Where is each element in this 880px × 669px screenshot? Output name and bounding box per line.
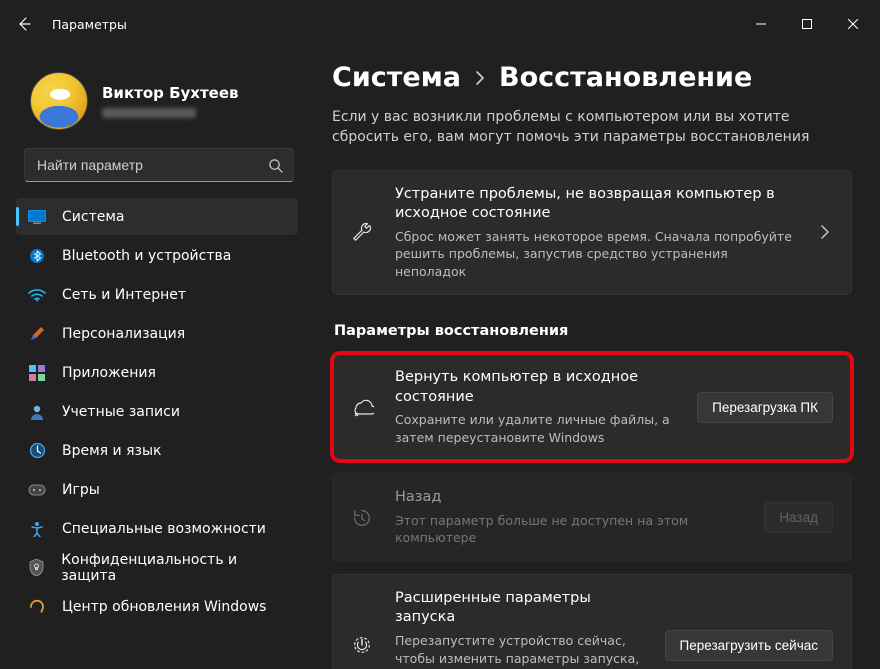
- sidebar-item-personalization[interactable]: Персонализация: [16, 315, 298, 352]
- sidebar-item-gaming[interactable]: Игры: [16, 471, 298, 508]
- sidebar-item-windows-update[interactable]: Центр обновления Windows: [16, 588, 298, 625]
- wrench-icon: [347, 221, 377, 243]
- sidebar-item-label: Специальные возможности: [62, 521, 266, 537]
- accessibility-icon: [28, 520, 46, 538]
- sidebar-nav: Система Bluetooth и устройства Сеть и Ин…: [16, 198, 302, 625]
- card-subtitle: Этот параметр больше не доступен на этом…: [395, 512, 746, 547]
- brush-icon: [28, 325, 46, 343]
- advanced-startup-card: Расширенные параметры запуска Перезапуст…: [332, 574, 852, 669]
- windows-update-icon: [28, 598, 46, 616]
- shield-icon: [28, 559, 45, 577]
- globe-clock-icon: [28, 442, 46, 460]
- section-title: Параметры восстановления: [334, 323, 852, 339]
- history-icon: [347, 507, 377, 529]
- search-box[interactable]: [24, 148, 294, 182]
- card-title: Назад: [395, 488, 746, 508]
- sidebar-item-accessibility[interactable]: Специальные возможности: [16, 510, 298, 547]
- user-profile[interactable]: Виктор Бухтеев: [16, 58, 302, 136]
- card-title: Устраните проблемы, не возвращая компьют…: [395, 185, 799, 224]
- back-button[interactable]: [14, 14, 34, 34]
- sidebar-item-apps[interactable]: Приложения: [16, 354, 298, 391]
- wifi-icon: [28, 286, 46, 304]
- sidebar-item-system[interactable]: Система: [16, 198, 298, 235]
- breadcrumb-parent[interactable]: Система: [332, 62, 461, 93]
- sidebar-item-privacy[interactable]: Конфиденциальность и защита: [16, 549, 298, 586]
- card-title: Расширенные параметры запуска: [395, 589, 647, 628]
- go-back-card: Назад Этот параметр больше не доступен н…: [332, 473, 852, 562]
- power-settings-icon: [347, 634, 377, 656]
- page-description: Если у вас возникли проблемы с компьютер…: [332, 107, 852, 148]
- user-name: Виктор Бухтеев: [102, 84, 239, 102]
- sidebar-item-label: Центр обновления Windows: [62, 599, 266, 615]
- bluetooth-icon: [28, 247, 46, 265]
- system-icon: [28, 208, 46, 226]
- chevron-right-icon: [817, 225, 833, 239]
- sidebar-item-bluetooth[interactable]: Bluetooth и устройства: [16, 237, 298, 274]
- app-title: Параметры: [52, 17, 127, 32]
- card-subtitle: Сохраните или удалите личные файлы, а за…: [395, 411, 679, 446]
- breadcrumb-current: Восстановление: [499, 62, 752, 93]
- avatar: [30, 72, 88, 130]
- sidebar-item-time-language[interactable]: Время и язык: [16, 432, 298, 469]
- user-email-redacted: [102, 108, 196, 118]
- sidebar-item-label: Система: [62, 209, 124, 225]
- card-title: Вернуть компьютер в исходное состояние: [395, 368, 679, 407]
- gamepad-icon: [28, 481, 46, 499]
- reset-pc-card: Вернуть компьютер в исходное состояние С…: [332, 353, 852, 461]
- sidebar-item-label: Персонализация: [62, 326, 185, 342]
- sidebar-item-label: Учетные записи: [62, 404, 180, 420]
- titlebar: Параметры: [0, 0, 880, 48]
- sidebar-item-accounts[interactable]: Учетные записи: [16, 393, 298, 430]
- maximize-button[interactable]: [784, 8, 830, 40]
- sidebar-item-label: Игры: [62, 482, 100, 498]
- troubleshoot-card[interactable]: Устраните проблемы, не возвращая компьют…: [332, 170, 852, 296]
- search-icon: [268, 158, 283, 173]
- apps-icon: [28, 364, 46, 382]
- sidebar-item-label: Конфиденциальность и защита: [61, 552, 286, 584]
- main-content: Система Восстановление Если у вас возник…: [310, 48, 880, 669]
- minimize-button[interactable]: [738, 8, 784, 40]
- sidebar: Виктор Бухтеев Система Bluetooth и устро…: [0, 48, 310, 669]
- close-button[interactable]: [830, 8, 876, 40]
- restart-now-button[interactable]: Перезагрузить сейчас: [665, 630, 833, 661]
- sidebar-item-label: Время и язык: [62, 443, 161, 459]
- breadcrumb: Система Восстановление: [332, 62, 852, 93]
- person-icon: [28, 403, 46, 421]
- chevron-right-icon: [475, 70, 485, 86]
- card-subtitle: Перезапустите устройство сейчас, чтобы и…: [395, 632, 647, 669]
- sidebar-item-label: Сеть и Интернет: [62, 287, 186, 303]
- window-controls: [738, 8, 876, 40]
- sidebar-item-label: Приложения: [62, 365, 156, 381]
- sidebar-item-network[interactable]: Сеть и Интернет: [16, 276, 298, 313]
- cloud-reset-icon: [347, 396, 377, 418]
- sidebar-item-label: Bluetooth и устройства: [62, 248, 231, 264]
- reset-pc-button[interactable]: Перезагрузка ПК: [697, 392, 833, 423]
- go-back-button: Назад: [764, 502, 833, 533]
- card-subtitle: Сброс может занять некоторое время. Снач…: [395, 228, 799, 281]
- search-input[interactable]: [35, 156, 260, 174]
